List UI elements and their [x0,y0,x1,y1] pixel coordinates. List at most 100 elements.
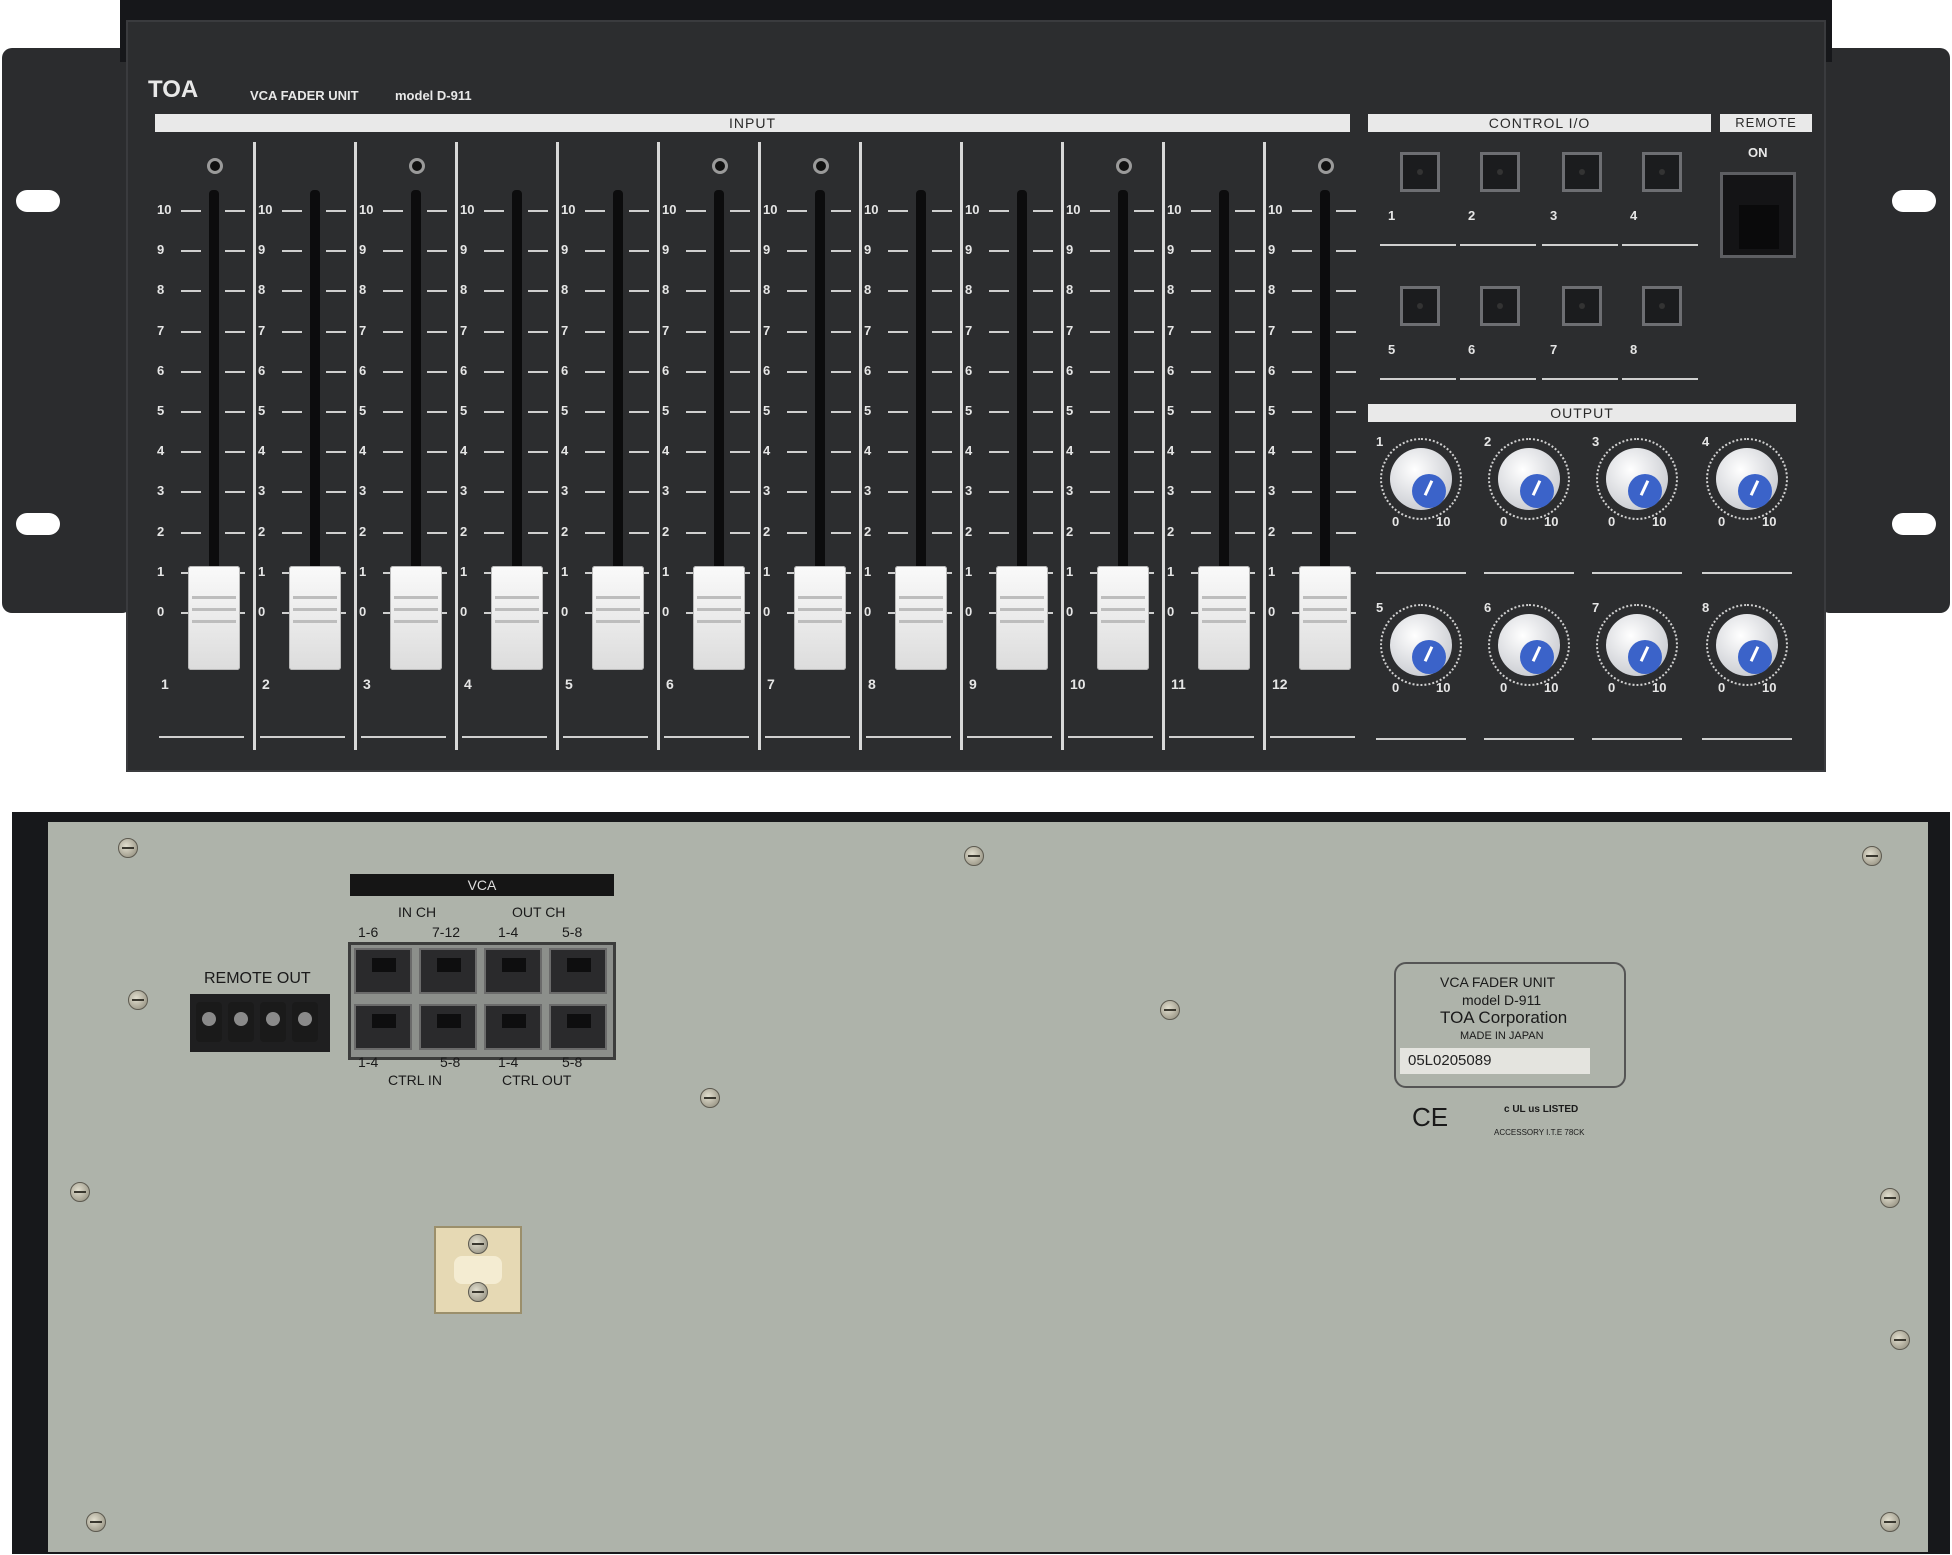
fader-scale-label: 10 [965,202,980,217]
output-knob-6[interactable] [1498,614,1560,676]
fader-scale-line [831,250,851,253]
remote-header: REMOTE [1720,114,1812,132]
output-knob-3[interactable] [1606,448,1668,510]
control-button-5[interactable] [1400,286,1440,326]
fader-scale-label: 2 [864,523,872,539]
channel-divider [253,142,256,750]
fader-scale-line [326,290,346,293]
fader-scale-line [888,491,908,494]
fader-scale-line [1235,290,1255,293]
channel-number-10: 10 [1070,676,1086,692]
fader-scale-label: 10 [359,202,374,217]
fader-scale-line [225,491,245,494]
rj45-port[interactable] [484,948,542,994]
rj45-port[interactable] [484,1004,542,1050]
fader-scale-label: 8 [1167,282,1175,298]
rj45-port[interactable] [419,948,477,994]
control-button-2[interactable] [1480,152,1520,192]
fader-scale-label: 7 [258,322,266,338]
output-label-line [1484,738,1574,740]
fader-scale-line [427,451,447,454]
fader-scale-label: 9 [763,242,771,258]
channel-number-12: 12 [1272,676,1288,692]
fader-scale-label: 5 [1167,403,1175,418]
fader-scale-line [629,370,649,373]
fader-scale-line [629,250,649,253]
fader-scale-label: 1 [1167,563,1175,579]
fader-knob-3[interactable] [390,566,442,670]
fader-knob-5[interactable] [592,566,644,670]
control-button-7[interactable] [1562,286,1602,326]
remote-out-terminal[interactable] [190,994,330,1052]
fader-scale-line [1090,451,1110,454]
output-knob-8[interactable] [1716,614,1778,676]
fader-scale-label: 3 [561,483,569,499]
fader-scale-line [528,290,548,293]
fader-scale-line [989,290,1009,293]
control-button-3[interactable] [1562,152,1602,192]
fader-scale-line [225,210,245,212]
rj45-port[interactable] [549,1004,607,1050]
fader-knob-11[interactable] [1198,566,1250,670]
fader-knob-1[interactable] [188,566,240,670]
fader-knob-8[interactable] [895,566,947,670]
screw-icon [86,1512,106,1532]
fader-scale-label: 3 [1167,483,1175,499]
fader-scale-label: 9 [157,242,165,258]
rj45-port[interactable] [549,948,607,994]
fader-knob-6[interactable] [693,566,745,670]
fader-scale-label: 9 [864,242,872,258]
fader-scale-label: 5 [460,403,468,418]
fader-scale-line [1336,451,1356,454]
rj45-port[interactable] [354,1004,412,1050]
fader-scale-label: 2 [359,523,367,539]
fader-scale-label: 5 [864,403,872,418]
fader-knob-9[interactable] [996,566,1048,670]
remote-switch[interactable] [1720,172,1796,258]
fader-scale-label: 4 [1268,443,1276,459]
fader-knob-12[interactable] [1299,566,1351,670]
fader-knob-4[interactable] [491,566,543,670]
screw-icon [700,1088,720,1108]
remote-on-label: ON [1748,145,1768,160]
channel-label-line [1068,736,1153,738]
output-knob-min: 0 [1500,680,1508,695]
fader-scale-label: 8 [1066,282,1074,298]
rj45-port[interactable] [419,1004,477,1050]
label-origin: MADE IN JAPAN [1460,1030,1544,1042]
fader-knob-7[interactable] [794,566,846,670]
channel-divider [960,142,963,750]
fader-knob-2[interactable] [289,566,341,670]
fader-scale-line [932,290,952,293]
fader-scale-line [932,330,952,333]
control-button-4[interactable] [1642,152,1682,192]
fader-scale-line [427,531,447,534]
control-button-label-1: 1 [1388,208,1396,223]
rj45-port[interactable] [354,948,412,994]
control-button-6[interactable] [1480,286,1520,326]
fader-scale-line [787,290,807,293]
fader-scale-line [888,210,908,212]
fader-knob-10[interactable] [1097,566,1149,670]
fader-scale-line [326,370,346,373]
control-button-8[interactable] [1642,286,1682,326]
ctrl-out-label: CTRL OUT [502,1072,572,1088]
output-knob-1[interactable] [1390,448,1452,510]
fader-scale-label: 2 [460,523,468,539]
control-label-line [1380,378,1456,380]
output-knob-4[interactable] [1716,448,1778,510]
fader-scale-line [585,531,605,534]
output-knob-7[interactable] [1606,614,1668,676]
screw-icon [128,990,148,1010]
fader-scale-line [787,330,807,333]
output-knob-5[interactable] [1390,614,1452,676]
channel-indicator-led [409,158,425,174]
fader-scale-line [1235,411,1255,413]
control-button-1[interactable] [1400,152,1440,192]
control-button-label-7: 7 [1550,342,1558,357]
fader-scale-line [427,491,447,494]
fader-scale-line [989,451,1009,454]
output-knob-max: 10 [1544,514,1559,529]
output-knob-2[interactable] [1498,448,1560,510]
fader-scale-line [629,411,649,413]
